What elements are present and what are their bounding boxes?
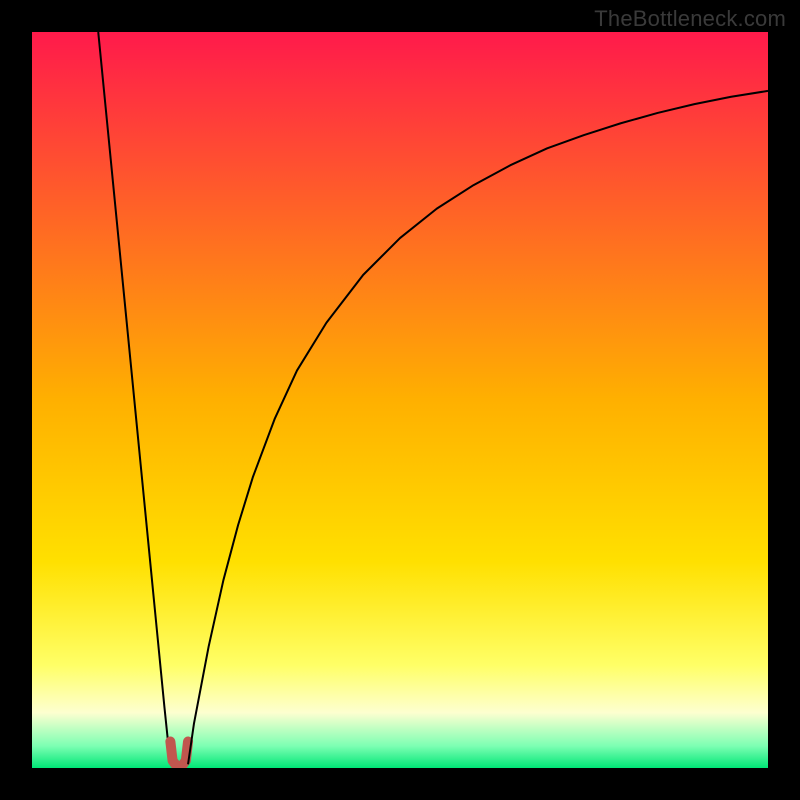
source-watermark: TheBottleneck.com bbox=[594, 6, 786, 32]
chart-frame: TheBottleneck.com bbox=[0, 0, 800, 800]
plot-background bbox=[32, 32, 768, 768]
bottleneck-curve-plot bbox=[32, 32, 768, 768]
